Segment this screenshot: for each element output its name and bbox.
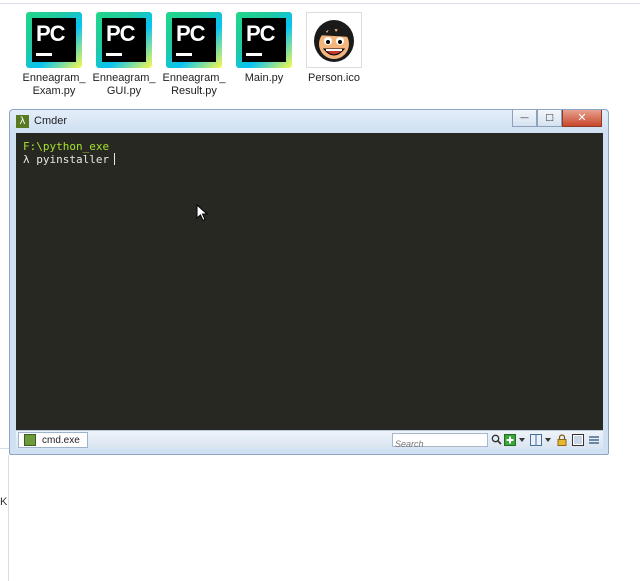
desktop-icon-main[interactable]: PC Main.py	[232, 12, 296, 85]
chevron-down-icon[interactable]	[519, 438, 525, 442]
search-input[interactable]	[393, 438, 477, 450]
lambda-icon: λ	[16, 115, 29, 128]
pycharm-file-icon: PC	[236, 12, 292, 68]
maximize-button[interactable]: □	[537, 110, 562, 127]
lock-icon[interactable]	[556, 434, 568, 446]
background-window-edge	[0, 448, 9, 449]
prompt-symbol: λ	[23, 153, 30, 166]
icon-label: Enneagram_ GUI.py	[92, 72, 156, 97]
terminal-path: F:\python_exe	[23, 140, 110, 153]
search-box[interactable]	[392, 433, 488, 450]
split-view-icon[interactable]	[530, 434, 542, 446]
chevron-down-icon[interactable]	[545, 438, 551, 442]
window-titlebar[interactable]: λ Cmder — □ ✕	[10, 110, 608, 132]
window-title: Cmder	[34, 115, 68, 127]
tab-label: cmd.exe	[42, 434, 80, 446]
pycharm-file-icon: PC	[166, 12, 222, 68]
status-bar: cmd.exe	[16, 430, 603, 450]
cmder-window[interactable]: λ Cmder — □ ✕ F:\python_exe λ pyinstalle…	[9, 109, 609, 455]
close-button[interactable]: ✕	[562, 110, 602, 127]
pycharm-file-icon: PC	[96, 12, 152, 68]
window-controls: — □ ✕	[512, 110, 602, 128]
pycharm-file-icon: PC	[26, 12, 82, 68]
desktop-icon-enneagram-exam[interactable]: PC Enneagram_ Exam.py	[22, 12, 86, 98]
background-window-edge	[8, 455, 9, 581]
icon-label: Enneagram_ Result.py	[162, 72, 226, 97]
background-text: K	[0, 496, 8, 508]
terminal-command: pyinstaller	[36, 153, 110, 166]
tab-cmd-exe[interactable]: cmd.exe	[18, 432, 88, 448]
icon-label: Main.py	[244, 72, 284, 84]
background-window-edge	[0, 3, 640, 4]
console-tab-icon	[24, 434, 36, 446]
anime-face-icon	[306, 12, 362, 68]
desktop-screen: K PC Enneagram_ Exam.py PC Enneagram_ GU…	[0, 0, 640, 581]
terminal-console[interactable]: F:\python_exe λ pyinstaller	[16, 133, 603, 430]
terminal-prompt-line: λ pyinstaller	[23, 153, 603, 166]
desktop-icon-enneagram-gui[interactable]: PC Enneagram_ GUI.py	[92, 12, 156, 98]
menu-icon[interactable]	[588, 434, 600, 446]
window-layout-icon[interactable]	[572, 434, 584, 446]
icon-label: Person.ico	[308, 72, 360, 84]
minimize-button[interactable]: —	[512, 110, 537, 127]
search-icon[interactable]	[491, 434, 502, 445]
desktop-icon-person-ico[interactable]: Person.ico	[302, 12, 366, 85]
desktop-icon-enneagram-result[interactable]: PC Enneagram_ Result.py	[162, 12, 226, 98]
new-console-icon[interactable]	[504, 434, 516, 446]
text-caret	[114, 153, 116, 165]
mouse-pointer-icon	[196, 204, 209, 222]
icon-label: Enneagram_ Exam.py	[22, 72, 86, 97]
